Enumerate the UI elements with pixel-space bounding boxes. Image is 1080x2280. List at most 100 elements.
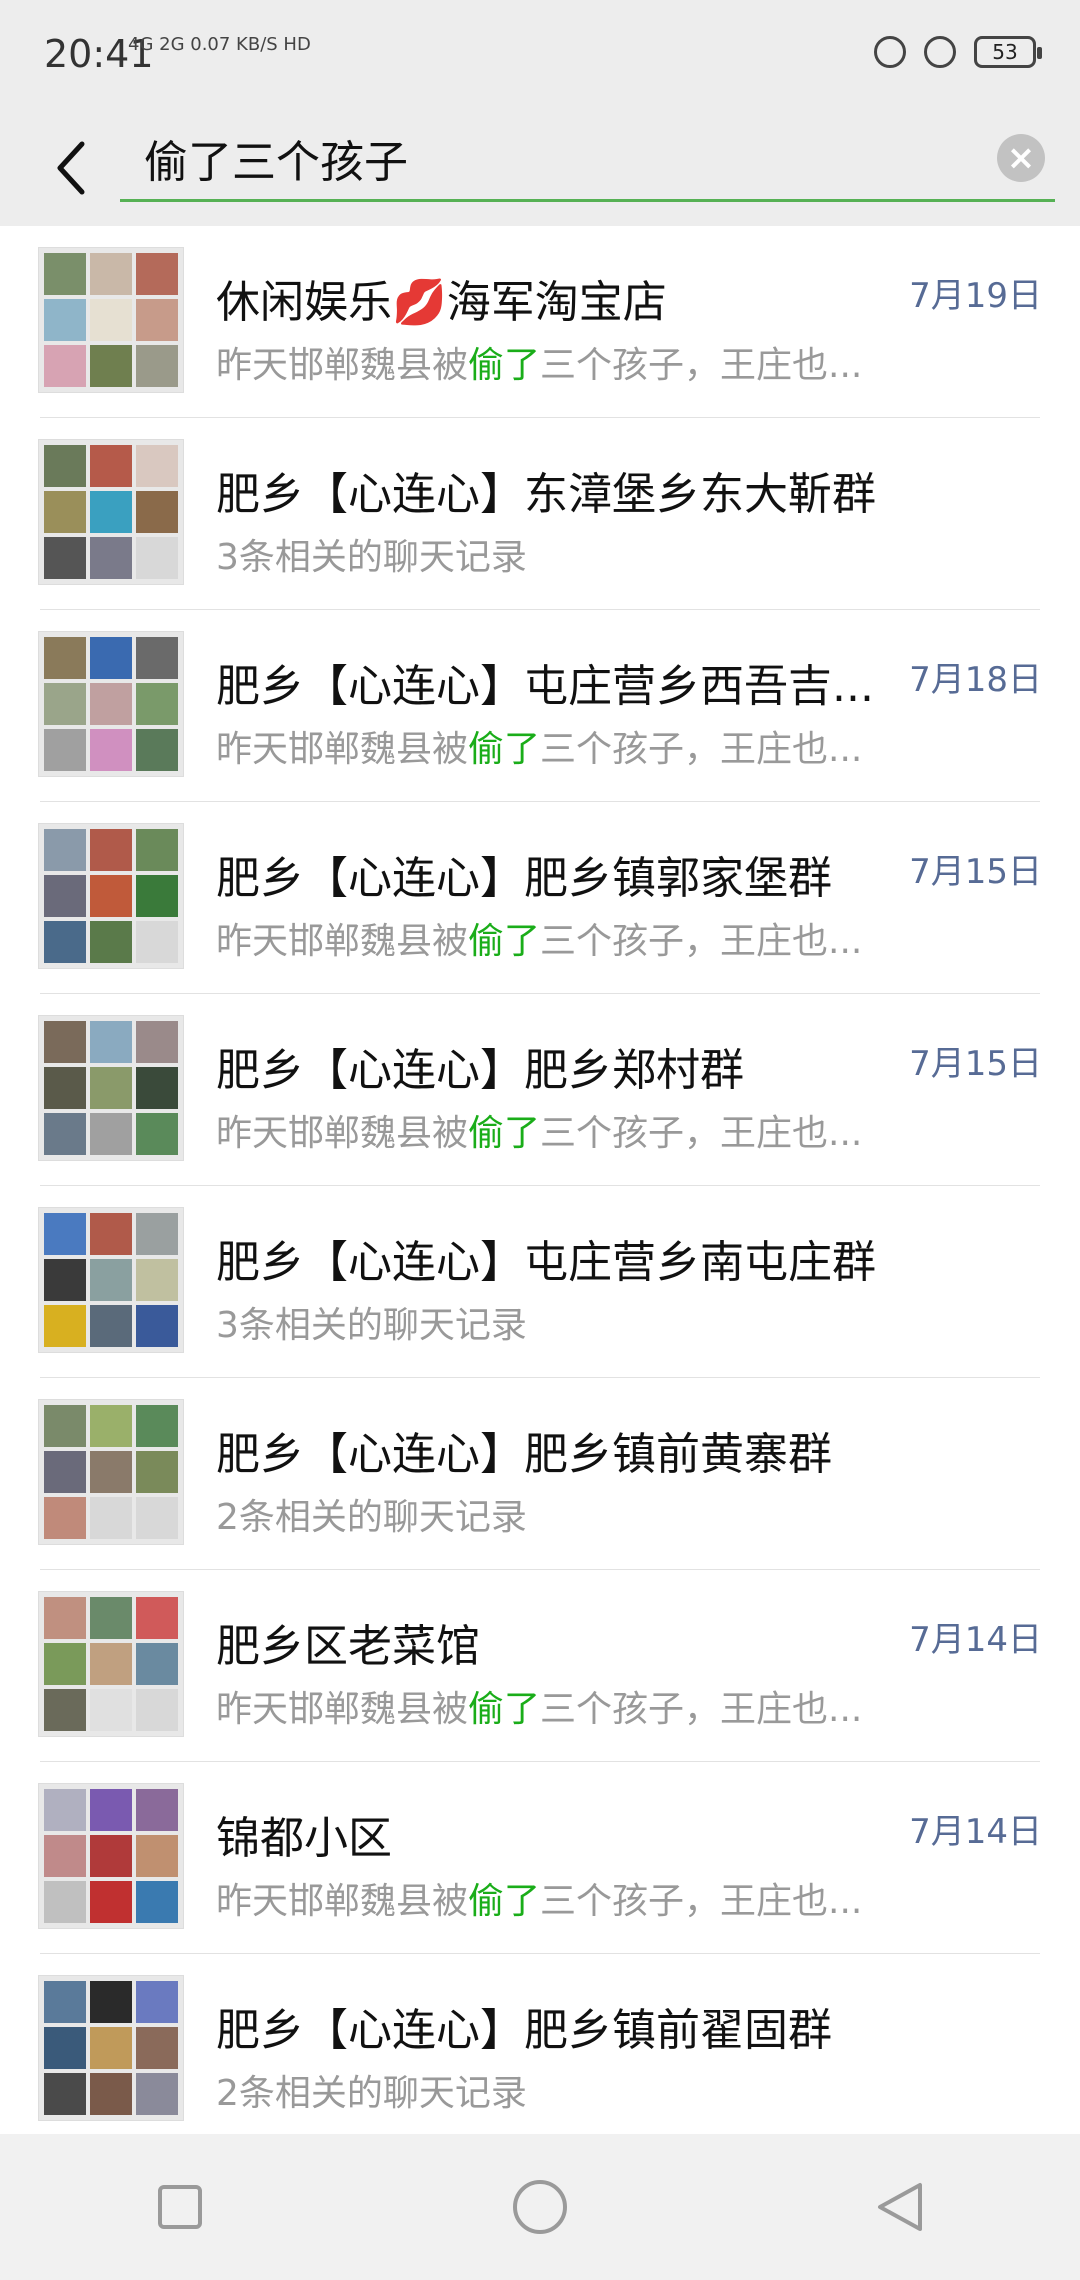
chat-title: 休闲娱乐💋海军淘宝店: [216, 277, 667, 328]
chat-snippet: 3条相关的聊天记录: [216, 528, 527, 580]
avatar-tile: [44, 2027, 86, 2069]
lock-rotation-icon: [874, 36, 906, 68]
avatar-tile: [136, 537, 178, 579]
group-avatar: [38, 1207, 184, 1353]
avatar-tile: [136, 1597, 178, 1639]
avatar-tile: [44, 491, 86, 533]
alarm-icon: [924, 36, 956, 68]
chat-title: 肥乡【心连心】肥乡镇前黄寨群: [216, 1429, 832, 1480]
avatar-tile: [136, 1789, 178, 1831]
avatar-tile: [44, 1067, 86, 1109]
avatar-tile: [44, 1213, 86, 1255]
chat-result-row[interactable]: 锦都小区 7月14日 昨天邯郸魏县被偷了三个孩子，王庄也...: [0, 1762, 1080, 1954]
triangle-back-icon: [878, 2183, 922, 2231]
avatar-tile: [90, 1451, 132, 1493]
chat-title: 肥乡区老菜馆: [216, 1621, 480, 1672]
home-button[interactable]: [490, 2157, 590, 2257]
avatar-tile: [44, 537, 86, 579]
system-nav-bar: [0, 2134, 1080, 2280]
chat-date: 7月14日: [909, 1620, 1042, 1660]
clear-search-icon[interactable]: ×: [997, 134, 1045, 182]
avatar-tile: [136, 1305, 178, 1347]
chat-snippet: 2条相关的聊天记录: [216, 1488, 527, 1540]
avatar-tile: [44, 1689, 86, 1731]
avatar-tile: [90, 1259, 132, 1301]
snippet-prefix: 昨天邯郸魏县被: [216, 921, 469, 962]
group-avatar: [38, 247, 184, 393]
chat-date: 7月15日: [909, 1044, 1042, 1084]
avatar-tile: [136, 1405, 178, 1447]
chat-result-row[interactable]: 休闲娱乐💋海军淘宝店 7月19日昨天邯郸魏县被偷了三个孩子，王庄也...: [0, 226, 1080, 418]
chat-snippet: 昨天邯郸魏县被偷了三个孩子，王庄也...: [216, 1104, 862, 1156]
chat-date: 7月14日: [909, 1812, 1042, 1852]
avatar-tile: [90, 683, 132, 725]
avatar-tile: [136, 1259, 178, 1301]
avatar-tile: [90, 445, 132, 487]
avatar-tile: [136, 345, 178, 387]
avatar-tile: [90, 2027, 132, 2069]
chat-result-row[interactable]: 肥乡【心连心】屯庄营乡南屯庄群 3条相关的聊天记录: [0, 1186, 1080, 1378]
avatar-tile: [44, 637, 86, 679]
avatar-tile: [90, 875, 132, 917]
chat-snippet: 2条相关的聊天记录: [216, 2064, 527, 2116]
chat-date: 7月15日: [909, 852, 1042, 892]
group-avatar: [38, 1975, 184, 2121]
snippet-highlight: 偷了: [468, 729, 541, 770]
group-avatar: [38, 439, 184, 585]
chat-result-row[interactable]: 肥乡区老菜馆 7月14日 昨天邯郸魏县被偷了三个孩子，王庄也...: [0, 1570, 1080, 1762]
avatar-tile: [136, 1643, 178, 1685]
avatar-tile: [136, 1067, 178, 1109]
avatar-tile: [90, 1981, 132, 2023]
search-field[interactable]: ×: [120, 120, 1055, 202]
avatar-tile: [44, 1835, 86, 1877]
avatar-tile: [44, 1981, 86, 2023]
group-avatar: [38, 1591, 184, 1737]
search-header: ×: [0, 110, 1080, 226]
avatar-tile: [90, 1643, 132, 1685]
chat-title: 肥乡【心连心】东漳堡乡东大靳群: [216, 469, 876, 520]
search-results-list[interactable]: 休闲娱乐💋海军淘宝店 7月19日 昨天邯郸魏县被偷了三个孩子，王庄也... 肥乡【心连…: [0, 226, 1080, 2134]
back-button[interactable]: [40, 128, 100, 208]
avatar-tile: [44, 1789, 86, 1831]
snippet-prefix: 2条相关的聊天记录: [216, 2073, 527, 2114]
avatar-tile: [90, 1405, 132, 1447]
chat-result-row[interactable]: 肥乡【心连心】肥乡镇前黄寨群 2条相关的聊天记录: [0, 1378, 1080, 1570]
search-input[interactable]: [144, 128, 964, 188]
back-arrow-icon: [57, 141, 85, 195]
avatar-tile: [136, 683, 178, 725]
avatar-tile: [136, 1113, 178, 1155]
group-avatar: [38, 1783, 184, 1929]
avatar-tile: [90, 299, 132, 341]
chat-result-row[interactable]: 肥乡【心连心】肥乡镇郭家堡群 7月15日 昨天邯郸魏县被偷了三个孩子，王庄也...: [0, 802, 1080, 994]
avatar-tile: [90, 1497, 132, 1539]
chat-date: 7月19日: [909, 276, 1042, 316]
avatar-tile: [90, 1021, 132, 1063]
avatar-tile: [44, 829, 86, 871]
avatar-tile: [136, 1213, 178, 1255]
snippet-highlight: 偷了: [468, 1881, 541, 1922]
avatar-tile: [90, 1067, 132, 1109]
chat-snippet: 昨天邯郸魏县被偷了三个孩子，王庄也...: [216, 336, 862, 388]
avatar-tile: [90, 637, 132, 679]
chat-title: 肥乡【心连心】肥乡郑村群: [216, 1045, 744, 1096]
avatar-tile: [136, 875, 178, 917]
back-nav-button[interactable]: [850, 2157, 950, 2257]
status-icons: 53: [874, 36, 1042, 68]
avatar-tile: [44, 299, 86, 341]
snippet-highlight: 偷了: [468, 345, 541, 386]
network-indicators: 4G 2G 0.07 KB/S HD: [128, 34, 311, 55]
avatar-tile: [44, 1451, 86, 1493]
avatar-tile: [44, 445, 86, 487]
group-avatar: [38, 823, 184, 969]
group-avatar: [38, 631, 184, 777]
recents-button[interactable]: [130, 2157, 230, 2257]
avatar-tile: [90, 921, 132, 963]
chat-result-row[interactable]: 肥乡【心连心】肥乡镇前翟固群 2条相关的聊天记录: [0, 1954, 1080, 2134]
avatar-tile: [90, 491, 132, 533]
avatar-tile: [44, 2073, 86, 2115]
snippet-suffix: 三个孩子，王庄也...: [540, 1689, 863, 1730]
chat-result-row[interactable]: 肥乡【心连心】东漳堡乡东大靳群 3条相关的聊天记录: [0, 418, 1080, 610]
chat-result-row[interactable]: 肥乡【心连心】屯庄营乡西吾吉... 7月18日 昨天邯郸魏县被偷了三个孩子，王庄也.…: [0, 610, 1080, 802]
chat-result-row[interactable]: 肥乡【心连心】肥乡郑村群 7月15日昨天邯郸魏县被偷了三个孩子，王庄也...: [0, 994, 1080, 1186]
avatar-tile: [90, 537, 132, 579]
